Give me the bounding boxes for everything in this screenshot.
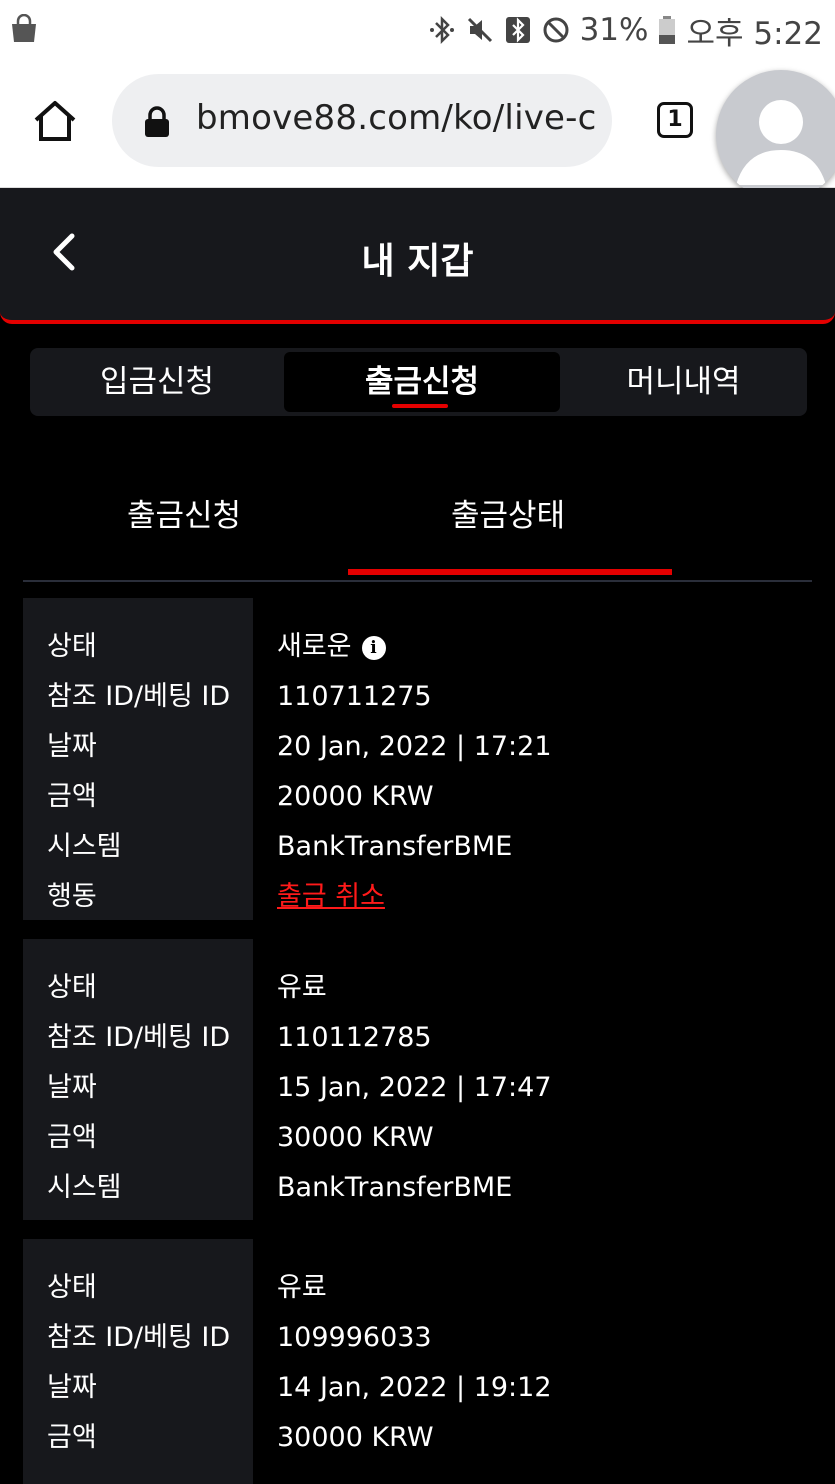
- system-label: 시스템: [47, 831, 122, 862]
- action-row: 행동 출금 취소: [23, 872, 812, 922]
- tab-switcher-button[interactable]: 1: [657, 102, 693, 138]
- status-label: 상태: [47, 631, 97, 662]
- date-value: 20 Jan, 2022 | 17:21: [277, 731, 552, 762]
- amount-row: 금액 30000 KRW: [23, 1113, 812, 1163]
- tab-money-history[interactable]: 머니내역: [560, 352, 807, 412]
- tab-withdraw[interactable]: 출금신청: [284, 352, 560, 412]
- status-value-wrap: 새로운 i: [277, 622, 386, 672]
- status-bar: 31% 오후 5:22: [0, 0, 835, 60]
- date-row: 날짜 15 Jan, 2022 | 17:47: [23, 1063, 812, 1113]
- date-label: 날짜: [47, 1372, 97, 1403]
- status-value: 유료: [277, 972, 327, 1003]
- status-row: 상태 새로운 i: [23, 622, 812, 672]
- ref-label: 참조 ID/베팅 ID: [47, 1022, 231, 1053]
- wallet-tabs: 입금신청 출금신청 머니내역: [30, 348, 807, 416]
- action-label: 행동: [47, 881, 97, 912]
- active-tab-indicator: [392, 404, 448, 408]
- amount-label: 금액: [47, 1422, 97, 1453]
- amount-value: 30000 KRW: [277, 1422, 434, 1453]
- ref-row: 참조 ID/베팅 ID 110112785: [23, 1013, 812, 1063]
- system-row: 시스템 BankTransferBME: [23, 1163, 812, 1213]
- cancel-withdrawal-link[interactable]: 출금 취소: [277, 872, 385, 922]
- status-value: 유료: [277, 1272, 327, 1303]
- withdrawal-record: 상태 새로운 i 참조 ID/베팅 ID 110711275 날짜 20 Jan,…: [23, 598, 812, 920]
- active-subtab-indicator: [348, 569, 672, 575]
- subtab-withdraw-status[interactable]: 출금상태: [451, 490, 565, 535]
- user-silhouette-icon: [736, 100, 826, 185]
- status-label: 상태: [47, 1272, 97, 1303]
- url-text: bmove88.com/ko/live-c: [196, 98, 597, 138]
- shopping-bag-icon: [12, 14, 36, 42]
- date-row: 날짜 20 Jan, 2022 | 17:21: [23, 722, 812, 772]
- date-value: 15 Jan, 2022 | 17:47: [277, 1072, 552, 1103]
- status-row: 상태 유료: [23, 963, 812, 1013]
- lock-icon: [145, 106, 169, 137]
- tab-withdraw-label: 출금신청: [364, 364, 480, 400]
- status-label: 상태: [47, 972, 97, 1003]
- system-label: 시스템: [47, 1172, 122, 1203]
- ref-label: 참조 ID/베팅 ID: [47, 1322, 231, 1353]
- clock: 오후 5:22: [686, 15, 823, 52]
- page-title: 내 지갑: [361, 241, 474, 282]
- browser-toolbar: bmove88.com/ko/live-c 1: [0, 60, 835, 200]
- bluetooth-box-icon: [505, 17, 530, 43]
- info-icon[interactable]: i: [361, 635, 386, 660]
- amount-value: 30000 KRW: [277, 1122, 434, 1153]
- avatar[interactable]: [716, 70, 835, 200]
- mute-icon: [467, 17, 492, 43]
- ref-value: 110112785: [277, 1022, 432, 1053]
- ref-row: 참조 ID/베팅 ID 109996033: [23, 1313, 812, 1363]
- amount-value: 20000 KRW: [277, 781, 434, 812]
- amount-row: 금액 30000 KRW: [23, 1413, 812, 1463]
- subtab-withdraw-request[interactable]: 출금신청: [127, 490, 241, 535]
- battery-icon: [659, 16, 676, 44]
- ref-row: 참조 ID/베팅 ID 110711275: [23, 672, 812, 722]
- do-not-disturb-icon: [543, 17, 569, 43]
- date-label: 날짜: [47, 1072, 97, 1103]
- withdraw-subtabs: 출금신청 출금상태: [23, 470, 812, 582]
- withdrawal-record: 상태 유료 참조 ID/베팅 ID 110112785 날짜 15 Jan, 2…: [23, 939, 812, 1220]
- ref-value: 110711275: [277, 681, 432, 712]
- battery-percent: 31%: [579, 12, 649, 48]
- bluetooth-icon: [429, 15, 454, 45]
- status-row: 상태 유료: [23, 1263, 812, 1313]
- system-value: BankTransferBME: [277, 1172, 513, 1203]
- system-row: 시스템 BankTransferBME: [23, 822, 812, 872]
- system-value: BankTransferBME: [277, 831, 513, 862]
- ref-value: 109996033: [277, 1322, 432, 1353]
- ref-label: 참조 ID/베팅 ID: [47, 681, 231, 712]
- amount-row: 금액 20000 KRW: [23, 772, 812, 822]
- withdrawal-record: 상태 유료 참조 ID/베팅 ID 109996033 날짜 14 Jan, 2…: [23, 1239, 812, 1484]
- amount-label: 금액: [47, 1122, 97, 1153]
- tab-deposit[interactable]: 입금신청: [30, 352, 284, 412]
- status-value: 새로운: [277, 631, 352, 662]
- date-row: 날짜 14 Jan, 2022 | 19:12: [23, 1363, 812, 1413]
- address-bar[interactable]: bmove88.com/ko/live-c: [112, 74, 612, 167]
- date-value: 14 Jan, 2022 | 19:12: [277, 1372, 552, 1403]
- date-label: 날짜: [47, 731, 97, 762]
- app-header: 내 지갑: [0, 188, 835, 324]
- home-icon[interactable]: [32, 98, 78, 144]
- amount-label: 금액: [47, 781, 97, 812]
